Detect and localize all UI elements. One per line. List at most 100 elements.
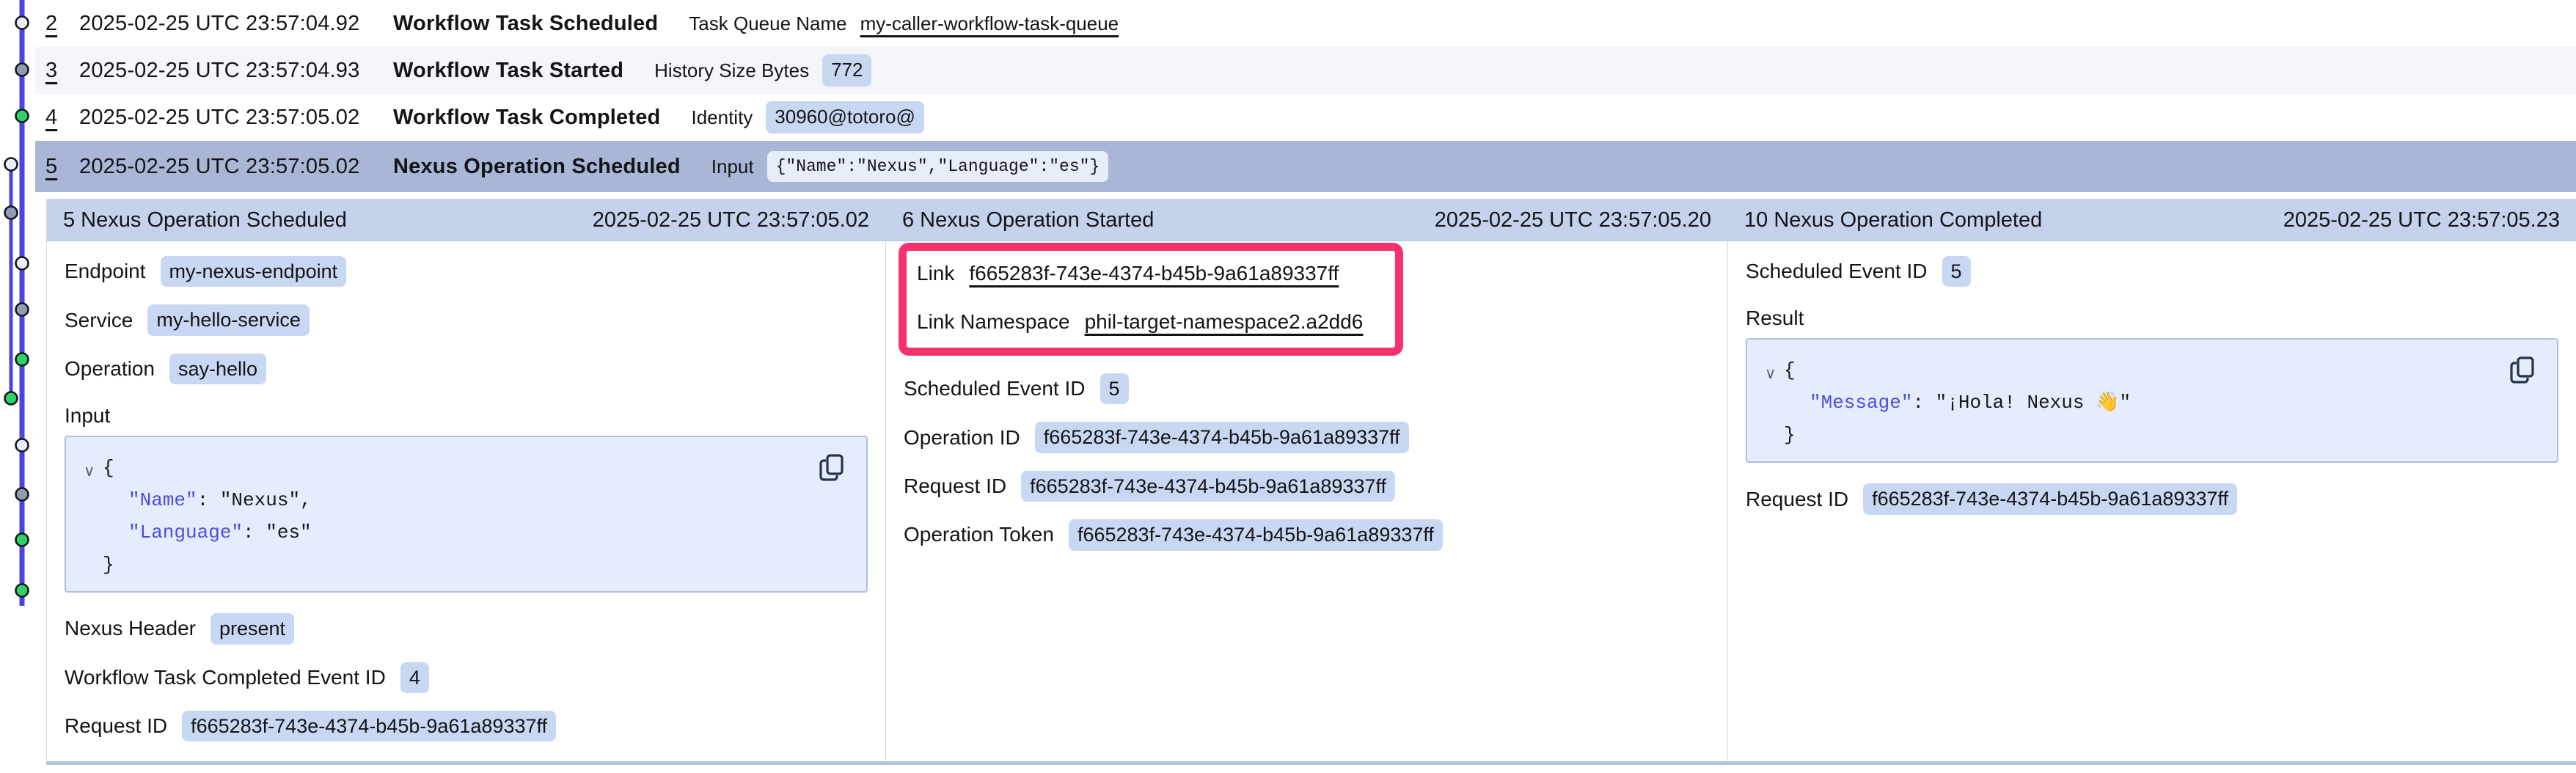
pending-event-dot[interactable] — [16, 439, 29, 452]
event-id-link[interactable]: 5 — [45, 155, 57, 178]
started-event-dot[interactable] — [16, 488, 29, 501]
chevron-down-icon[interactable]: ∨ — [1765, 358, 1776, 390]
event-timestamp: 2025-02-25 UTC 23:57:05.02 — [79, 106, 393, 130]
pending-event-dot[interactable] — [5, 158, 18, 171]
pending-event-dot[interactable] — [16, 257, 29, 270]
field-label: Scheduled Event ID — [904, 377, 1086, 400]
event-row-2[interactable]: 2 2025-02-25 UTC 23:57:04.92Workflow Task… — [35, 0, 2576, 47]
panel-title: 5 Nexus Operation Scheduled — [63, 208, 347, 232]
panel-timestamp: 2025-02-25 UTC 23:57:05.23 — [2283, 208, 2560, 232]
json-text: } — [1784, 424, 1796, 446]
event-meta-badge: 30960@totoro@ — [766, 101, 924, 133]
event-row-3[interactable]: 3 2025-02-25 UTC 23:57:04.93Workflow Task… — [35, 47, 2576, 94]
field-value-badge: say-hello — [169, 353, 266, 384]
field-operation-id: Operation ID f665283f-743e-4374-b45b-9a61… — [904, 422, 1710, 453]
completed-event-dot[interactable] — [16, 534, 29, 546]
field-service: Servicemy-hello-service — [65, 304, 868, 335]
field-link: Linkf665283f-743e-4374-b45b-9a61a89337ff — [917, 260, 1382, 287]
completed-event-dot[interactable] — [16, 353, 29, 366]
panel-header: 6 Nexus Operation Started2025-02-25 UTC … — [886, 199, 1727, 241]
event-row-4[interactable]: 4 2025-02-25 UTC 23:57:05.02Workflow Task… — [35, 94, 2576, 141]
event-detail-panel-6: 6 Nexus Operation Started2025-02-25 UTC … — [886, 199, 1728, 761]
event-meta-label: Identity — [691, 106, 753, 129]
field-scheduled-event-id: Scheduled Event ID 5 — [904, 373, 1710, 404]
event-id-link[interactable]: 3 — [45, 59, 57, 82]
event-id-link[interactable]: 2 — [45, 12, 57, 35]
event-timestamp: 2025-02-25 UTC 23:57:04.92 — [79, 12, 393, 36]
event-meta: Task Queue Namemy-caller-workflow-task-q… — [689, 12, 1119, 35]
started-event-dot[interactable] — [5, 207, 18, 219]
json-key: "Name" — [128, 489, 197, 511]
completed-event-dot[interactable] — [16, 585, 29, 597]
json-payload-viewer: ∨{"Message": "¡Hola! Nexus 👋"} — [1746, 338, 2558, 463]
event-name: Workflow Task Scheduled — [393, 12, 658, 36]
field-value-link[interactable]: f665283f-743e-4374-b45b-9a61a89337ff — [969, 262, 1339, 285]
field-label: Scheduled Event ID — [1746, 260, 1928, 283]
completed-event-dot[interactable] — [5, 392, 18, 405]
json-text: : "Nexus", — [197, 489, 312, 511]
pending-event-dot[interactable] — [16, 17, 29, 29]
event-name: Nexus Operation Scheduled — [393, 155, 681, 179]
event-detail-panel-5: 5 Nexus Operation Scheduled2025-02-25 UT… — [47, 199, 886, 761]
payload-label: Result — [1746, 304, 2558, 332]
field-request-id: Request IDf665283f-743e-4374-b45b-9a61a8… — [65, 711, 868, 741]
code-line: } — [84, 549, 778, 581]
field-nexus-header: Nexus Headerpresent — [65, 613, 868, 644]
started-event-dot[interactable] — [16, 64, 29, 76]
json-text: } — [103, 554, 114, 576]
json-text: : "es" — [243, 521, 312, 543]
event-meta-label: History Size Bytes — [654, 59, 809, 82]
panel-body: Linkf665283f-743e-4374-b45b-9a61a89337ff… — [886, 241, 1727, 761]
workflow-history-view: 22025-02-25 UTC 23:57:04.92Workflow Task… — [0, 0, 2576, 773]
field-label: Workflow Task Completed Event ID — [65, 666, 386, 689]
field-label: Operation Token — [904, 523, 1054, 546]
json-payload-viewer: ∨{"Name": "Nexus","Language": "es"} — [65, 436, 868, 593]
field-value-badge: f665283f-743e-4374-b45b-9a61a89337ff — [1035, 422, 1409, 453]
event-detail-panel-10: 10 Nexus Operation Completed 2025-02-25 U… — [1728, 199, 2576, 761]
code-line: "Language": "es" — [84, 516, 778, 549]
field-label: Request ID — [1746, 488, 1848, 511]
panel-body: Scheduled Event ID5Result∨{"Message": "¡… — [1728, 241, 2576, 761]
event-meta-payload-chip: {"Name":"Nexus","Language":"es"} — [767, 151, 1109, 182]
json-text: { — [103, 457, 114, 479]
field-value-link[interactable]: phil-target-namespace2.a2dd6 — [1085, 310, 1364, 334]
copy-icon[interactable] — [816, 452, 847, 486]
code-line: "Name": "Nexus", — [84, 484, 778, 516]
completed-event-dot[interactable] — [16, 110, 29, 122]
event-timestamp: 2025-02-25 UTC 23:57:04.93 — [79, 59, 393, 83]
event-row-5[interactable]: 52025-02-25 UTC 23:57:05.02Nexus Operati… — [35, 141, 2576, 192]
chevron-down-icon[interactable]: ∨ — [84, 455, 95, 488]
panel-title: 10 Nexus Operation Completed — [1744, 208, 2042, 232]
event-meta-badge: 772 — [822, 54, 871, 86]
code-line: ∨{ — [84, 452, 778, 484]
field-label: Request ID — [904, 475, 1006, 498]
field-input: Input∨{"Name": "Nexus","Language": "es"} — [65, 402, 868, 593]
field-scheduled-event-id: Scheduled Event ID5 — [1746, 256, 2558, 287]
field-label: Operation ID — [904, 426, 1020, 450]
field-value-badge: present — [211, 613, 294, 644]
event-name: Workflow Task Completed — [393, 106, 660, 130]
event-meta-link[interactable]: my-caller-workflow-task-queue — [860, 12, 1119, 35]
event-id-link[interactable]: 4 — [45, 106, 57, 129]
panel-header: 10 Nexus Operation Completed 2025-02-25 U… — [1728, 199, 2576, 241]
event-meta-label: Input — [711, 155, 754, 178]
panel-timestamp: 2025-02-25 UTC 23:57:05.20 — [1435, 208, 1711, 232]
link-highlight-annotation: Linkf665283f-743e-4374-b45b-9a61a89337ff… — [899, 243, 1403, 356]
field-label: Link Namespace — [917, 310, 1070, 334]
event-name: Workflow Task Started — [393, 59, 623, 83]
event-meta: Identity 30960@totoro@ — [691, 101, 923, 133]
event-list: 22025-02-25 UTC 23:57:04.92Workflow Task… — [35, 0, 2576, 192]
copy-icon[interactable] — [2507, 354, 2538, 388]
code-line: ∨{ — [1765, 354, 2469, 386]
field-request-id: Request IDf665283f-743e-4374-b45b-9a61a8… — [904, 471, 1710, 502]
field-value-badge: f665283f-743e-4374-b45b-9a61a89337ff — [1069, 519, 1443, 550]
field-request-id: Request IDf665283f-743e-4374-b45b-9a61a8… — [1746, 483, 2558, 514]
field-endpoint-id: Endpoint ID3c0c75ccfa8144b092c13ce632463… — [65, 759, 868, 761]
field-operation-token: Operation Token f665283f-743e-4374-b45b-9… — [904, 519, 1710, 550]
event-timeline — [0, 0, 35, 773]
field-link-namespace: Link Namespace phil-target-namespace2.a2d… — [917, 308, 1382, 336]
started-event-dot[interactable] — [16, 304, 29, 316]
field-value-badge: my-hello-service — [147, 304, 310, 335]
json-key: "Message" — [1810, 392, 1912, 414]
field-value-badge: 5 — [1100, 373, 1129, 404]
